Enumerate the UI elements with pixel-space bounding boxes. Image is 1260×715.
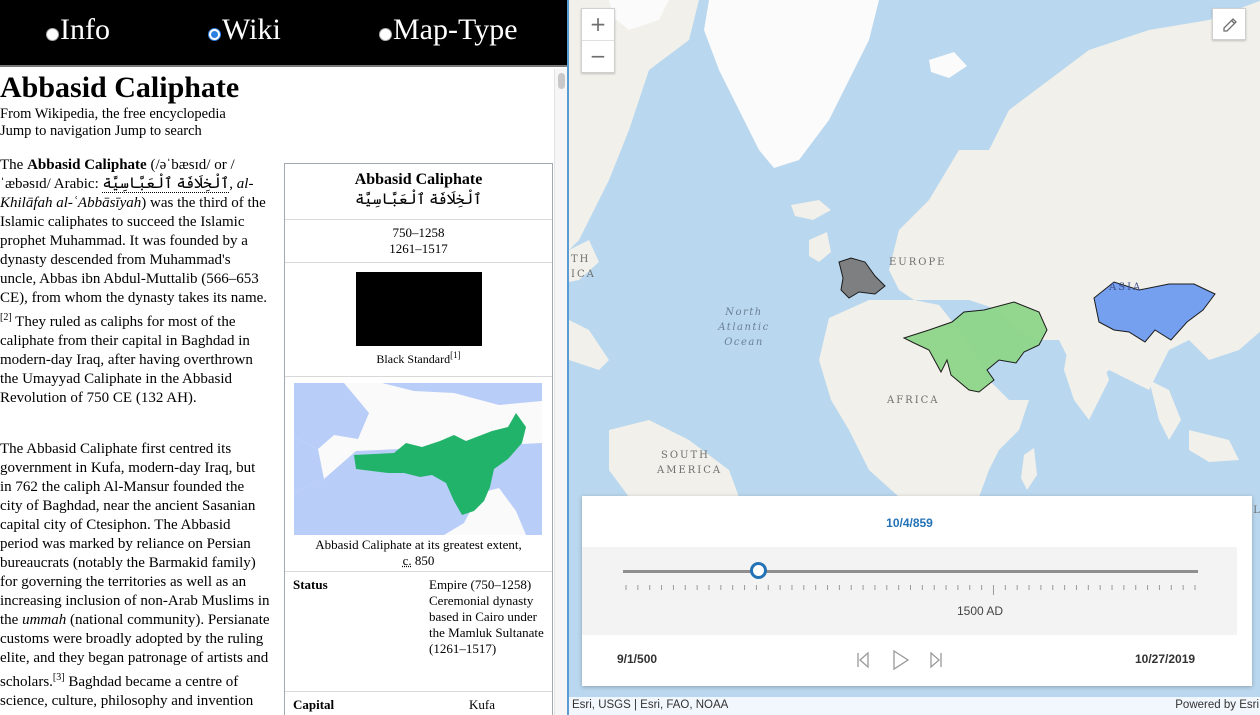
nav-wiki[interactable]: Wiki <box>208 12 281 48</box>
map-caption-text: Abbasid Caliphate at its greatest extent… <box>315 537 522 552</box>
label-partial-ica: ICA <box>571 269 596 280</box>
intro-paragraph: The Abbasid Caliphate (/əˈbæsɪd/ or /ˈæb… <box>0 156 270 408</box>
play-button[interactable] <box>887 648 913 672</box>
infobox: Abbasid Caliphate ٱلْخِلَافَة ٱلْعَبَّاس… <box>284 163 553 715</box>
p2-text-1: The Abbasid Caliphate first centred its … <box>0 441 270 628</box>
label-north-atlantic: North Atlantic Ocean <box>709 305 779 350</box>
map-view[interactable]: EUROPE AFRICA ASIA SOUTH AMERICA TH ICA … <box>567 0 1260 715</box>
top-navigation: Info Wiki Map-Type <box>0 0 567 67</box>
next-icon <box>930 651 942 669</box>
map-caption-year: 850 <box>411 553 435 568</box>
p1-text-4: ) was the third of the Islamic caliphate… <box>0 195 268 306</box>
p1-bold-title: Abbasid Caliphate <box>27 157 147 173</box>
map-type-radio[interactable] <box>379 27 392 41</box>
zoom-out-button[interactable]: − <box>582 41 614 73</box>
flag-caption: Black Standard[1] <box>285 350 552 367</box>
attribution-sources: Esri, USGS | Esri, FAO, NOAA <box>572 699 729 711</box>
black-standard-flag[interactable] <box>356 272 482 346</box>
capital-label: Capital <box>293 697 335 712</box>
info-radio[interactable] <box>46 27 59 41</box>
edit-button[interactable] <box>1212 8 1246 40</box>
infobox-title-arabic: ٱلْخِلَافَة ٱلْعَبَّاسِيَّة <box>355 192 482 208</box>
zoom-in-button[interactable]: + <box>582 9 614 41</box>
nav-wiki-label: Wiki <box>222 13 281 46</box>
article-scrollbar[interactable] <box>554 69 567 715</box>
powered-by-esri-link[interactable]: Powered by Esri <box>1175 699 1259 711</box>
infobox-title-text: Abbasid Caliphate <box>354 171 483 188</box>
nav-info-label: Info <box>60 13 110 46</box>
p2-reference-link[interactable]: [3] <box>53 672 65 683</box>
map-attribution: Esri, USGS | Esri, FAO, NOAA Powered by … <box>569 697 1260 715</box>
p1-text-3: , <box>229 176 237 192</box>
dates-line-1: 750–1258 <box>392 225 445 240</box>
wiki-panel: Info Wiki Map-Type Abbasid Caliphate Fro… <box>0 0 567 715</box>
p1-arabic[interactable]: ٱلْخِلَافَة ٱلْعَبَّاسِيَّة <box>102 176 230 193</box>
label-ocean: Ocean <box>724 337 764 348</box>
current-date-label: 10/4/859 <box>886 516 933 530</box>
extent-map-image[interactable] <box>294 383 542 535</box>
infobox-capital-row: Capital Kufa <box>285 692 552 715</box>
jump-links: Jump to navigation Jump to search <box>0 123 202 140</box>
slider-thumb[interactable] <box>749 562 767 579</box>
jump-to-navigation-link[interactable]: Jump to navigation <box>0 123 111 139</box>
label-north: North <box>725 307 763 318</box>
infobox-dates: 750–1258 1261–1517 <box>285 220 552 263</box>
p1-reference-link[interactable]: [2] <box>0 312 12 323</box>
time-slider: 10/4/859 1500 AD 9/1/500 10/27/2019 <box>582 496 1252 686</box>
nav-map-type[interactable]: Map-Type <box>379 12 518 48</box>
infobox-title: Abbasid Caliphate ٱلْخِلَافَة ٱلْعَبَّاس… <box>285 164 552 220</box>
pencil-icon <box>1223 18 1237 32</box>
wiki-radio[interactable] <box>208 27 221 41</box>
flag-caption-text: Black Standard <box>376 352 451 366</box>
p2-italic: ummah <box>22 612 67 628</box>
previous-button[interactable] <box>852 648 876 672</box>
nav-map-type-label: Map-Type <box>393 13 518 46</box>
scrollbar-thumb[interactable] <box>558 73 565 89</box>
flag-reference-link[interactable]: [1] <box>450 350 461 360</box>
nav-info[interactable]: Info <box>46 12 110 48</box>
label-europe: EUROPE <box>889 257 947 268</box>
infobox-flag: Black Standard[1] <box>285 263 552 377</box>
start-date-label: 9/1/500 <box>617 652 658 666</box>
label-partial-th: TH <box>571 254 591 265</box>
label-america: AMERICA <box>657 465 723 476</box>
status-value: Empire (750–1258) Ceremonial dynasty bas… <box>429 577 544 656</box>
infobox-map: Abbasid Caliphate at its greatest extent… <box>285 377 552 572</box>
label-africa: AFRICA <box>887 395 940 406</box>
slider-ticks <box>625 585 1196 595</box>
jump-to-search-link[interactable]: Jump to search <box>115 123 202 139</box>
map-caption: Abbasid Caliphate at its greatest extent… <box>285 537 552 569</box>
page-title: Abbasid Caliphate <box>0 71 240 104</box>
next-button[interactable] <box>923 648 947 672</box>
dates-line-2: 1261–1517 <box>389 241 448 256</box>
tagline: From Wikipedia, the free encyclopedia <box>0 106 226 122</box>
label-asia: ASIA <box>1109 282 1143 293</box>
zoom-control: + − <box>581 8 615 73</box>
second-paragraph: The Abbasid Caliphate first centred its … <box>0 440 270 711</box>
slider-track-area: 1500 AD <box>582 547 1237 635</box>
previous-icon <box>857 651 869 669</box>
article: Abbasid Caliphate From Wikipedia, the fr… <box>0 69 554 715</box>
play-icon <box>893 649 910 671</box>
p1-text-5: They ruled as caliphs for most of the ca… <box>0 314 253 406</box>
tick-label-1500: 1500 AD <box>957 604 1004 618</box>
infobox-status-row: Status Empire (750–1258) Ceremonial dyna… <box>285 572 552 692</box>
label-south: SOUTH <box>661 450 710 461</box>
map-caption-circa: c. <box>402 553 412 568</box>
slider-track[interactable] <box>623 570 1198 573</box>
label-atlantic: Atlantic <box>718 322 770 333</box>
end-date-label: 10/27/2019 <box>1135 652 1196 666</box>
p1-text-1: The <box>0 157 28 173</box>
capital-value[interactable]: Kufa <box>469 697 495 713</box>
status-label: Status <box>293 577 328 592</box>
